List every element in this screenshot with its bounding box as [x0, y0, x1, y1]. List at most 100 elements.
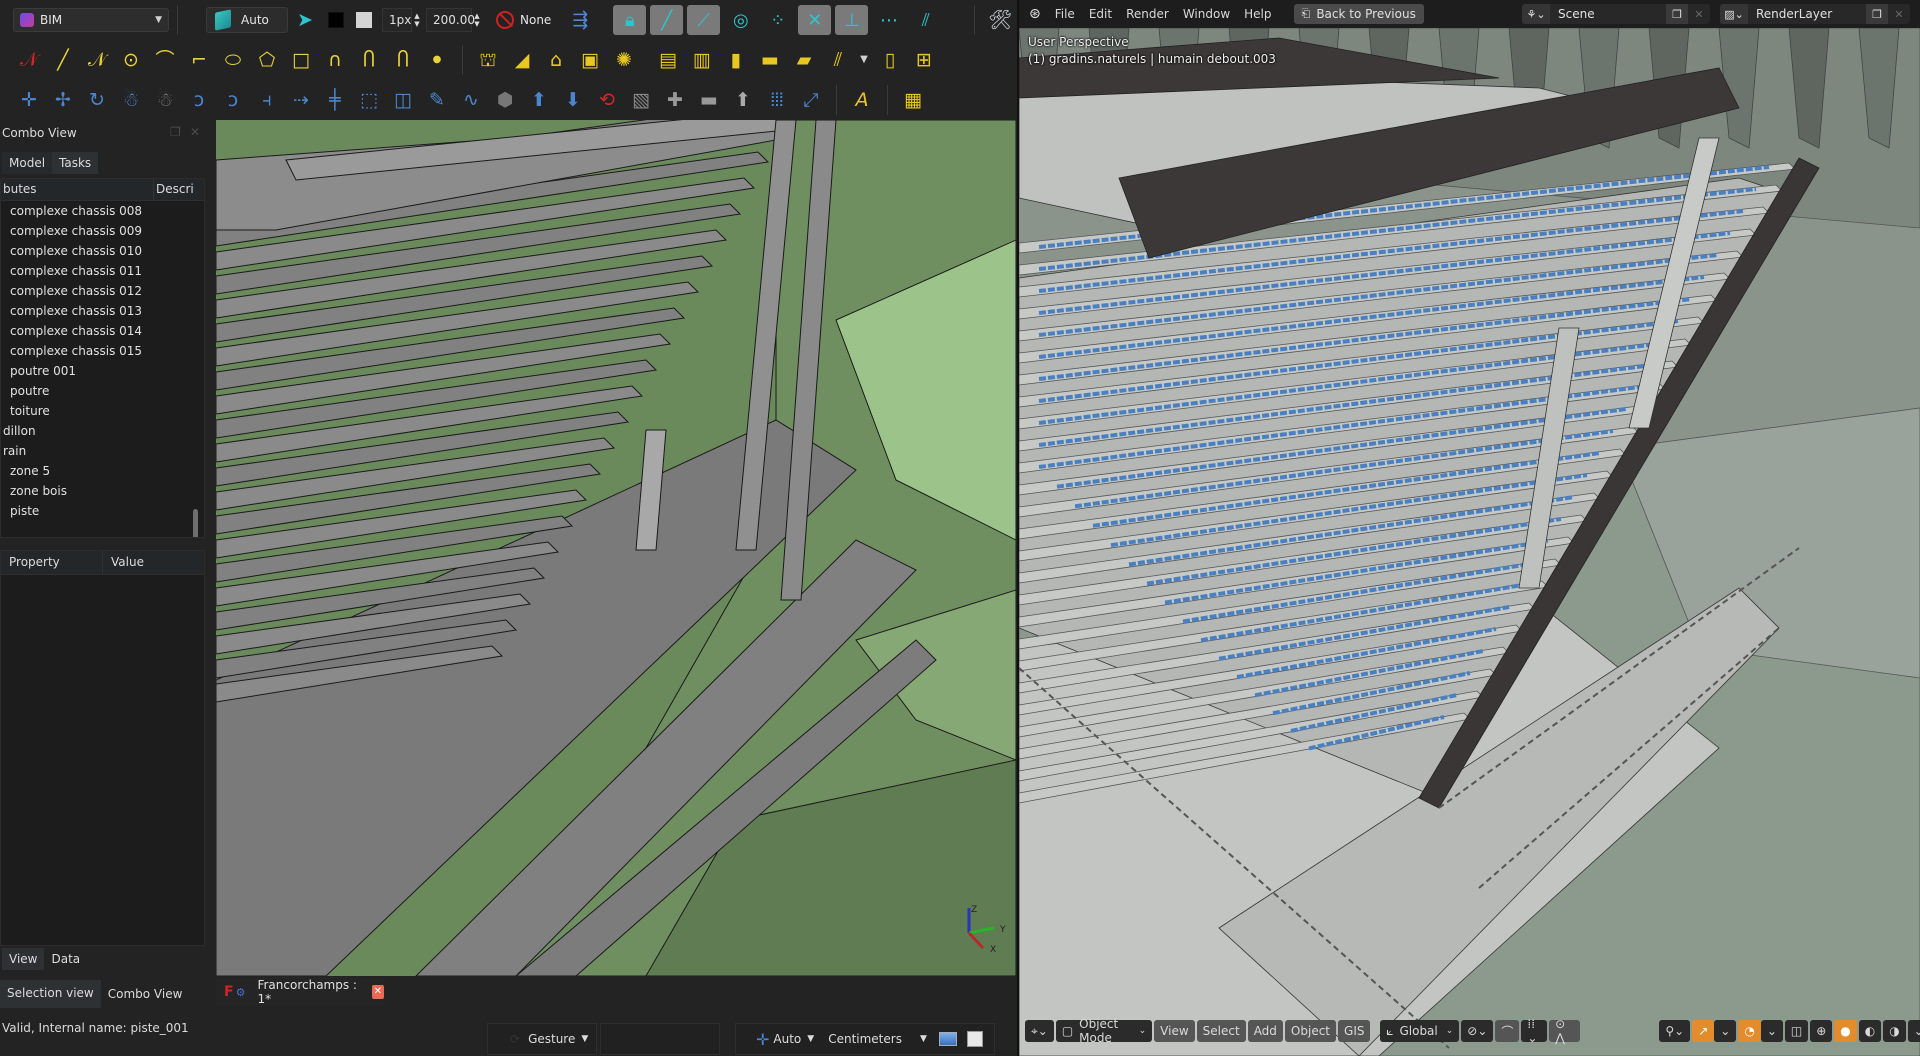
- tree-column-description[interactable]: Descri: [154, 179, 196, 200]
- line-width-field[interactable]: 1px: [382, 8, 412, 32]
- freecad-3d-view[interactable]: Z Y X: [216, 120, 1016, 976]
- rectangle-icon[interactable]: □: [286, 45, 316, 75]
- tree-item[interactable]: zone 5: [1, 461, 204, 481]
- view-layer-selector[interactable]: ▨⌄ RenderLayer ❐ ✕: [1720, 4, 1910, 24]
- menu-file[interactable]: File: [1055, 7, 1075, 21]
- line-width-stepper[interactable]: ▲ ▼: [412, 12, 422, 28]
- circle-icon[interactable]: ⊙: [116, 45, 146, 75]
- add-icon[interactable]: ✚: [660, 85, 690, 115]
- scene-name[interactable]: Scene: [1550, 7, 1666, 21]
- shading-wireframe-icon[interactable]: ⊕: [1810, 1020, 1833, 1042]
- line-icon[interactable]: ╱: [48, 45, 78, 75]
- clone-icon[interactable]: ☃︎: [116, 85, 146, 115]
- menu-render[interactable]: Render: [1126, 7, 1169, 21]
- offset-icon[interactable]: ↄ: [184, 85, 214, 115]
- editor-type-button[interactable]: ⌖⌄: [1025, 1020, 1054, 1042]
- delete-scene-icon[interactable]: ✕: [1688, 8, 1710, 21]
- wall-icon[interactable]: ▤: [653, 45, 683, 75]
- tab-data[interactable]: Data: [44, 948, 88, 970]
- door-icon[interactable]: ▯: [875, 45, 905, 75]
- tab-combo-view[interactable]: Combo View: [100, 980, 190, 1008]
- tree-vertical-scrollbar[interactable]: [193, 509, 198, 537]
- close-document-icon[interactable]: ✕: [371, 985, 384, 999]
- rotate-icon[interactable]: ↻: [82, 85, 112, 115]
- menu-window[interactable]: Window: [1183, 7, 1230, 21]
- split-icon[interactable]: ╪: [320, 85, 350, 115]
- tree-item[interactable]: complexe chassis 008: [1, 201, 204, 221]
- snap-target-selector[interactable]: ⁞⁞⌄: [1521, 1017, 1548, 1045]
- snap-lock-icon[interactable]: 🔒︎: [613, 5, 647, 35]
- header-menu-view[interactable]: View: [1154, 1020, 1195, 1042]
- shading-dropdown[interactable]: ⌄: [1907, 1020, 1920, 1042]
- tree-item[interactable]: toiture: [1, 401, 204, 421]
- tree-item[interactable]: complexe chassis 009: [1, 221, 204, 241]
- gizmo-toggle-icon[interactable]: ↗: [1692, 1020, 1715, 1042]
- header-menu-select[interactable]: Select: [1196, 1020, 1246, 1042]
- line-color-swatch[interactable]: [328, 12, 344, 28]
- workbench-selector[interactable]: BIM ▼: [13, 8, 169, 32]
- scene-selector[interactable]: ⚘⌄ Scene ❐ ✕: [1522, 4, 1710, 24]
- snap-midpoint-icon[interactable]: ⟋: [687, 5, 721, 35]
- trimex-icon[interactable]: ↄ: [218, 85, 248, 115]
- text-icon[interactable]: A: [847, 85, 877, 115]
- snap-endpoint-icon[interactable]: ╱: [650, 5, 684, 35]
- tree-item[interactable]: complexe chassis 012: [1, 281, 204, 301]
- snap-center-icon[interactable]: ◎: [724, 5, 757, 35]
- shading-material-icon[interactable]: ◐: [1858, 1020, 1882, 1042]
- tab-model[interactable]: Model: [2, 152, 53, 174]
- tree-item[interactable]: dillon: [1, 421, 204, 441]
- snap-toggle-icon[interactable]: ⌒: [1495, 1020, 1520, 1042]
- space-icon[interactable]: ✺: [609, 45, 639, 75]
- property-column[interactable]: Property: [1, 551, 103, 574]
- tree-column-labels[interactable]: butes: [1, 179, 154, 200]
- blender-logo-icon[interactable]: ⊛: [1029, 6, 1041, 22]
- proportional-editing-icon[interactable]: ⊙ ⋀: [1549, 1017, 1580, 1045]
- float-panel-icon[interactable]: ❐: [170, 125, 181, 139]
- polygon-icon[interactable]: ⬠: [252, 45, 282, 75]
- extrude-icon[interactable]: ⬆: [728, 85, 758, 115]
- tab-view[interactable]: View: [2, 948, 45, 970]
- building-part-icon[interactable]: ◢: [507, 45, 537, 75]
- point-icon[interactable]: ●: [422, 45, 452, 75]
- tree-item[interactable]: complexe chassis 011: [1, 261, 204, 281]
- tree-item[interactable]: complexe chassis 015: [1, 341, 204, 361]
- snap-intersection-icon[interactable]: ✕: [798, 5, 832, 35]
- bezier-icon[interactable]: Ⴖ: [388, 45, 418, 75]
- tree-item[interactable]: complexe chassis 010: [1, 241, 204, 261]
- array-icon[interactable]: ⟲: [592, 85, 622, 115]
- header-menu-gis[interactable]: GIS: [1338, 1020, 1371, 1042]
- wire-to-bspline-icon[interactable]: ∿: [456, 85, 486, 115]
- path-array-icon[interactable]: ⤢: [796, 85, 826, 115]
- arc-3pt-icon[interactable]: ⌐: [184, 45, 214, 75]
- units-label[interactable]: Centimeters: [828, 1032, 902, 1046]
- tree-item[interactable]: poutre: [1, 381, 204, 401]
- curtain-wall-icon[interactable]: ▥: [687, 45, 717, 75]
- move-icon[interactable]: ✛: [14, 85, 44, 115]
- tree-item[interactable]: poutre 001: [1, 361, 204, 381]
- transform-orientation-selector[interactable]: ⟀ Global ⌄: [1380, 1020, 1460, 1042]
- upgrade-icon[interactable]: ⬆: [524, 85, 554, 115]
- add-to-construction-group-icon[interactable]: ⇶: [565, 5, 595, 35]
- font-size-stepper[interactable]: ▲ ▼: [472, 12, 482, 28]
- site-icon[interactable]: ⛫: [473, 45, 503, 75]
- view-layer-name[interactable]: RenderLayer: [1748, 7, 1866, 21]
- dimension-icon[interactable]: [966, 1031, 983, 1047]
- snap-perpendicular-icon[interactable]: ⊥: [835, 5, 869, 35]
- slab-icon[interactable]: ▰: [789, 45, 819, 75]
- close-panel-icon[interactable]: ✕: [190, 125, 200, 139]
- preferences-tools-icon[interactable]: 🛠︎: [985, 5, 1015, 35]
- delete-view-layer-icon[interactable]: ✕: [1888, 8, 1910, 21]
- snap-angle-icon[interactable]: ⁘: [761, 5, 794, 35]
- subtract-icon[interactable]: ▧: [626, 85, 656, 115]
- building-icon[interactable]: ⌂: [541, 45, 571, 75]
- snap-mode-label[interactable]: Auto: [773, 1032, 801, 1046]
- polyline-icon[interactable]: 𝒩: [14, 45, 44, 75]
- material-icon[interactable]: ▦: [898, 85, 928, 115]
- header-menu-add[interactable]: Add: [1247, 1020, 1283, 1042]
- overlays-toggle-icon[interactable]: ◔: [1738, 1020, 1761, 1042]
- font-size-field[interactable]: 200.00: [426, 8, 475, 32]
- remove-icon[interactable]: ▬: [694, 85, 724, 115]
- shape-to-2d-icon[interactable]: ⬢: [490, 85, 520, 115]
- visibility-selector[interactable]: ⚲⌄: [1659, 1020, 1691, 1042]
- mode-selector[interactable]: ▢ Object Mode ⌄: [1055, 1017, 1153, 1045]
